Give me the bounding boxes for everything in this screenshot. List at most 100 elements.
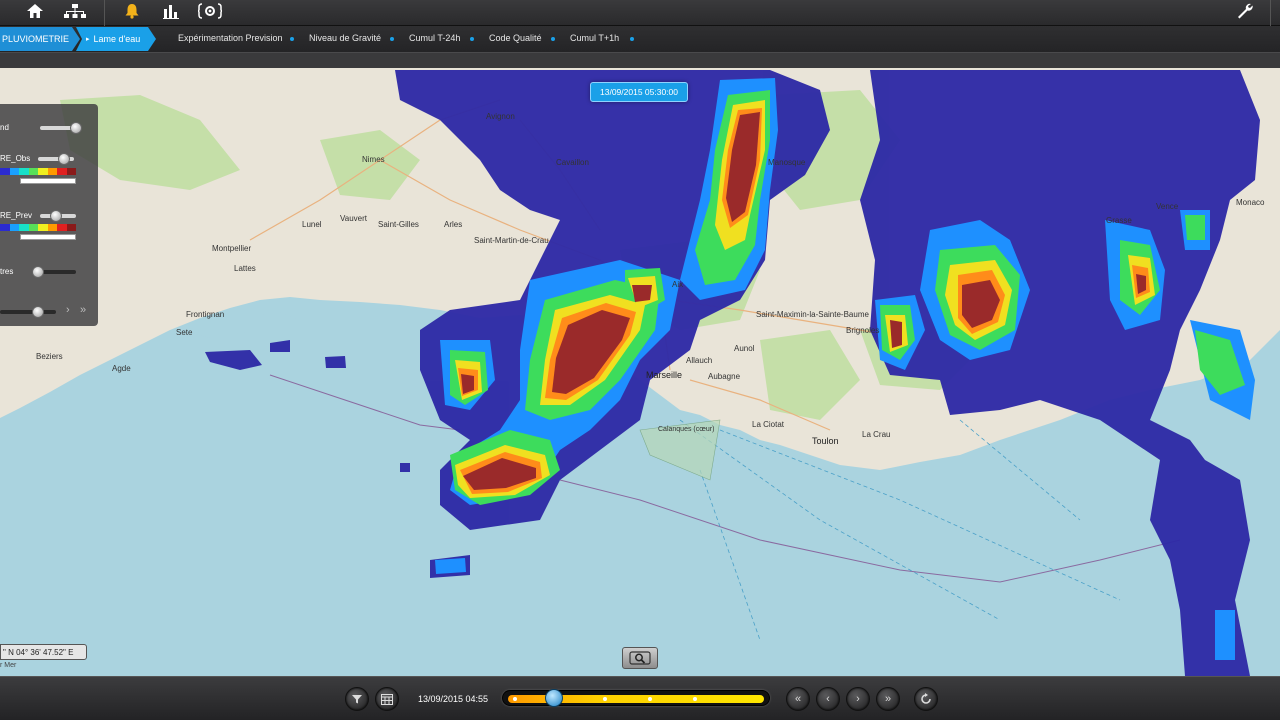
chevron-right-icon[interactable]: ›	[66, 304, 70, 316]
layer-label-fond: nd	[0, 123, 9, 132]
place-la-ciotat: La Ciotat	[752, 420, 785, 429]
place-nimes: Nimes	[362, 155, 385, 164]
map-date-badge: 13/09/2015 05:30:00	[590, 82, 688, 102]
place-vauvert: Vauvert	[340, 214, 367, 223]
place-toulon: Toulon	[812, 436, 839, 446]
previous-frame-button[interactable]: ‹	[816, 687, 840, 711]
layer-opacity-slider-filtres[interactable]	[32, 266, 76, 278]
bell-icon[interactable]	[119, 0, 145, 22]
timeline-date: 13/09/2015 04:55	[418, 694, 489, 704]
place-calanques: Calanques (cœur)	[658, 426, 715, 433]
tab-bar: PLUVIOMETRIE ▸ Lame d'eau Expérimentation…	[0, 26, 1280, 52]
legend-prev	[0, 224, 76, 231]
app-window: PLUVIOMETRIE ▸ Lame d'eau Expérimentation…	[0, 0, 1280, 720]
place-manosque: Manosque	[768, 158, 806, 167]
map-canvas	[0, 68, 1280, 676]
layer-label-filtres: tres	[0, 267, 14, 276]
timeline-tick	[603, 697, 607, 701]
legend-range-obs[interactable]	[20, 178, 76, 184]
top-toolbar	[0, 0, 1280, 26]
next-frame-button[interactable]: ›	[846, 687, 870, 711]
settings-icon[interactable]	[197, 0, 223, 22]
place-brignoles: Brignoles	[846, 326, 880, 335]
place-vence: Vence	[1156, 202, 1179, 211]
tab-cumul-t-24h[interactable]: Cumul T-24h	[409, 33, 460, 43]
place-la-crau: La Crau	[862, 430, 891, 439]
layer-opacity-slider-bottom[interactable]	[0, 306, 56, 318]
slider-knob[interactable]	[70, 122, 82, 134]
chart-icon[interactable]	[158, 0, 184, 22]
tab-lame-deau[interactable]: ▸ Lame d'eau	[76, 27, 156, 51]
legend-swatch	[0, 224, 10, 231]
tab-code-qualite[interactable]: Code Qualité	[489, 33, 542, 43]
place-marseille: Marseille	[646, 370, 683, 380]
timeline-tick	[513, 697, 517, 701]
cursor-coordinates: " N 04° 36' 47.52" E	[0, 644, 87, 660]
calendar-button[interactable]	[375, 687, 399, 711]
layer-opacity-slider-fond[interactable]	[40, 122, 82, 134]
legend-obs	[0, 168, 76, 175]
place-allauch: Allauch	[686, 356, 713, 365]
legend-swatch	[38, 224, 48, 231]
legend-range-prev[interactable]	[20, 234, 76, 240]
place-lunel: Lunel	[302, 220, 322, 229]
legend-swatch	[0, 168, 10, 175]
tab-separator-dot	[630, 37, 634, 41]
tab-niveau-de-gravite[interactable]: Niveau de Gravité	[309, 33, 381, 43]
place-cavaillon: Cavaillon	[556, 158, 589, 167]
map-view[interactable]: Avignon Nimes Montpellier Lattes Lunel V…	[0, 68, 1280, 676]
slider-knob[interactable]	[32, 306, 44, 318]
slider-knob[interactable]	[58, 153, 70, 165]
tab-cumul-t-1h[interactable]: Cumul T+1h	[570, 33, 619, 43]
legend-swatch	[66, 168, 76, 175]
timeline-tick	[648, 697, 652, 701]
zoom-search-button[interactable]	[622, 647, 658, 669]
filter-button[interactable]	[345, 687, 369, 711]
first-icon: «	[794, 693, 802, 705]
first-frame-button[interactable]: «	[786, 687, 810, 711]
place-beziers: Beziers	[36, 352, 63, 361]
place-frontignan: Frontignan	[186, 310, 225, 319]
last-icon: »	[884, 693, 892, 705]
timeline-slider[interactable]	[502, 689, 770, 707]
timeline-handle[interactable]	[545, 689, 563, 707]
sub-toolbar	[0, 52, 1280, 68]
layer-panel: nd RE_Obs RE_Prev tres › »	[0, 104, 98, 326]
refresh-button[interactable]	[914, 687, 938, 711]
wrench-icon[interactable]	[1232, 0, 1258, 22]
tab-separator-dot	[470, 37, 474, 41]
layer-label-prev: RE_Prev	[0, 211, 33, 220]
tab-separator-dot	[551, 37, 555, 41]
home-icon[interactable]	[22, 0, 48, 22]
next-icon: ›	[856, 693, 860, 705]
sitemap-icon[interactable]	[62, 0, 88, 22]
slider-knob[interactable]	[32, 266, 44, 278]
toolbar-divider-right	[1270, 0, 1271, 26]
last-frame-button[interactable]: »	[876, 687, 900, 711]
tab-experimentation-prevision[interactable]: Expérimentation Prevision	[178, 33, 283, 43]
place-agde: Agde	[112, 364, 131, 373]
legend-swatch	[28, 168, 38, 175]
tab-pluviometrie[interactable]: PLUVIOMETRIE	[0, 27, 80, 51]
place-saint-gilles: Saint-Gilles	[378, 220, 419, 229]
place-aix: Aix	[672, 280, 684, 289]
place-grasse: Grasse	[1106, 216, 1132, 225]
layer-opacity-slider-obs[interactable]	[38, 153, 74, 165]
place-saint-martin-de-crau: Saint-Martin-de-Crau	[474, 236, 549, 245]
tab-lame-deau-label: Lame d'eau	[93, 34, 141, 44]
place-montpellier: Montpellier	[212, 244, 252, 253]
legend-swatch	[57, 224, 67, 231]
place-sete: Sete	[176, 328, 193, 337]
double-chevron-right-icon[interactable]: »	[80, 304, 86, 316]
legend-swatch	[38, 168, 48, 175]
slider-knob[interactable]	[50, 210, 62, 222]
legend-swatch	[9, 224, 19, 231]
legend-swatch	[19, 224, 29, 231]
tab-pluviometrie-label: PLUVIOMETRIE	[2, 34, 70, 44]
filter-icon	[352, 695, 362, 704]
place-monaco: Monaco	[1236, 198, 1265, 207]
legend-swatch	[47, 224, 57, 231]
layer-opacity-slider-prev[interactable]	[40, 210, 76, 222]
layer-label-obs: RE_Obs	[0, 154, 31, 163]
legend-swatch	[28, 224, 38, 231]
